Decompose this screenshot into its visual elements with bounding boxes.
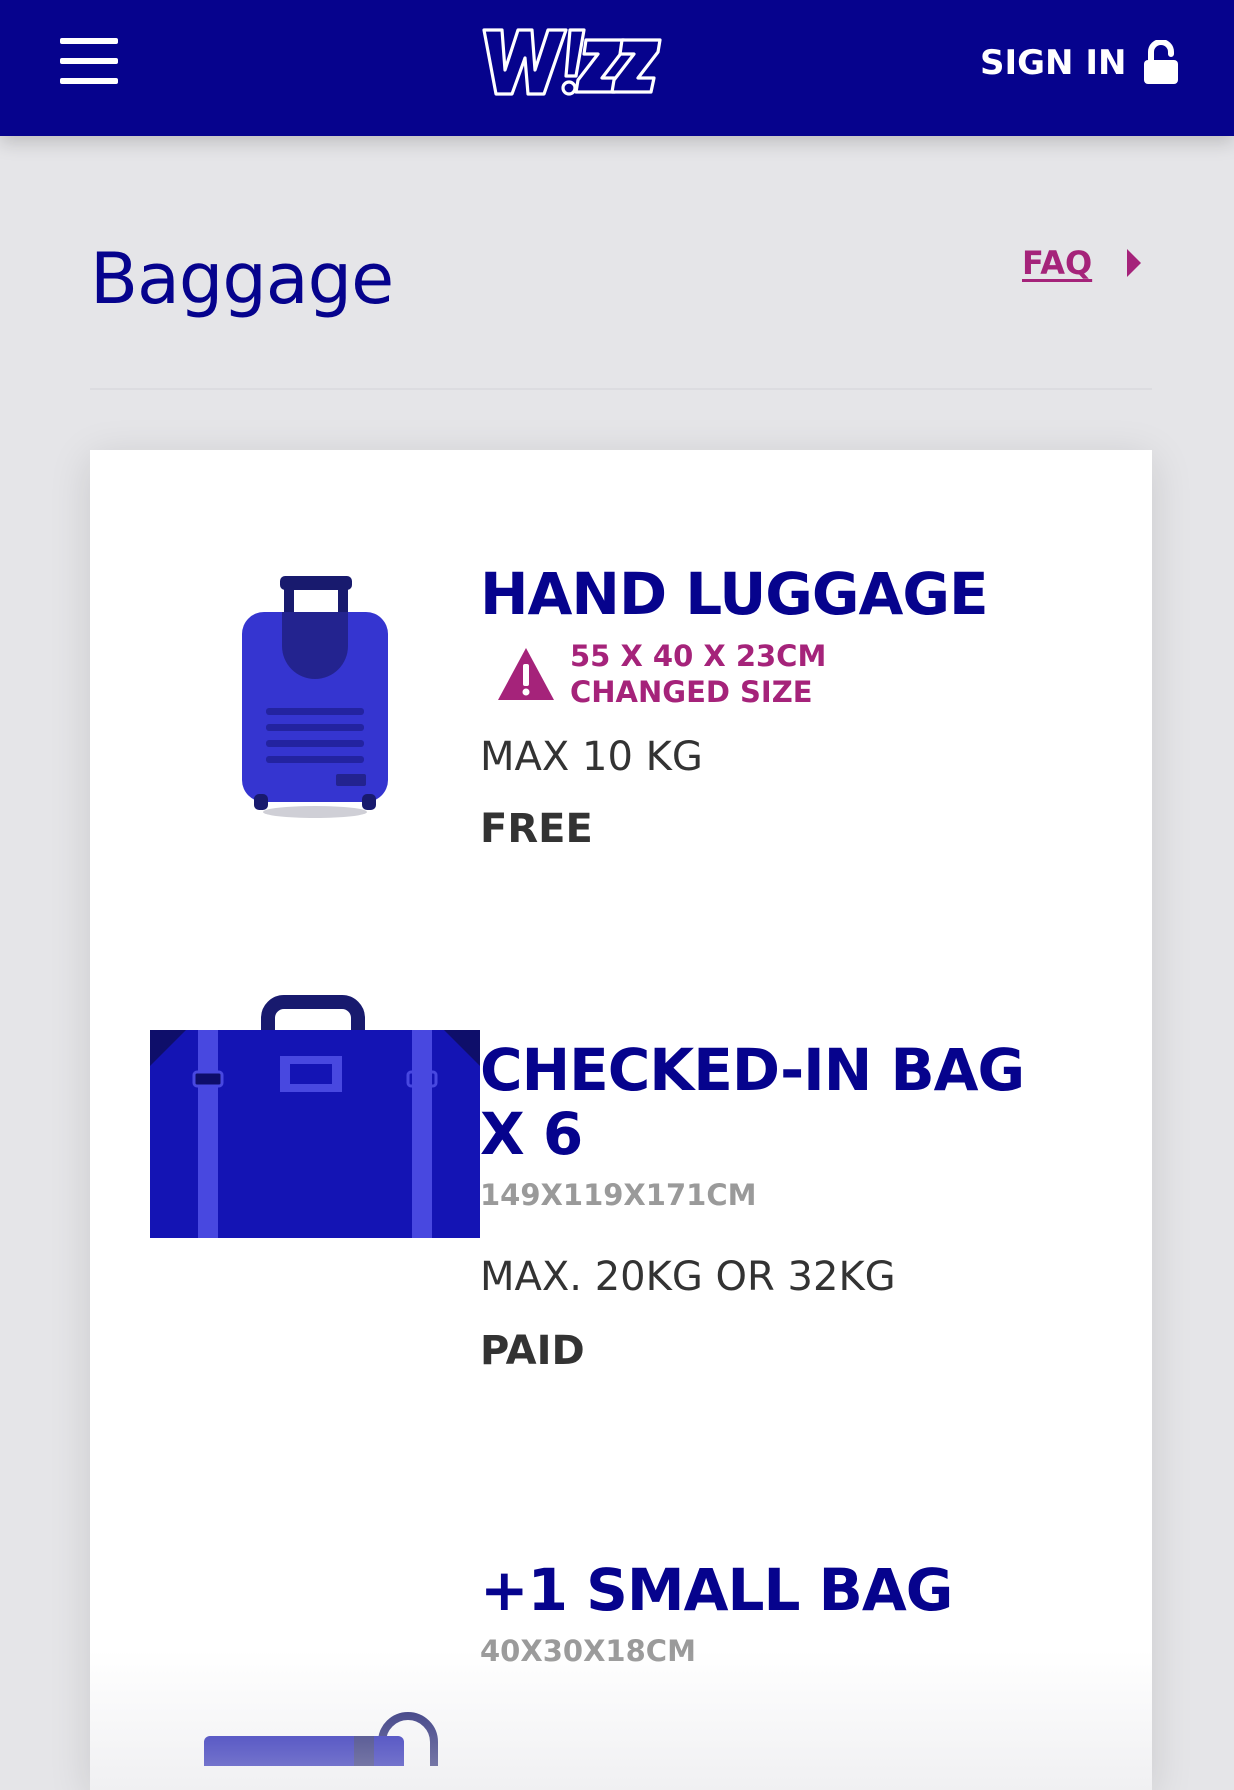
small-bag-title: +1 SMALL BAG	[480, 1556, 953, 1624]
hand-luggage-weight: MAX 10 KG	[480, 734, 703, 780]
small-bag-icon	[204, 1712, 438, 1766]
top-navigation-bar: SIGN IN	[0, 0, 1234, 136]
hand-luggage-dimensions: 55 X 40 X 23CM	[570, 639, 827, 673]
caret-right-icon	[1127, 249, 1142, 277]
hand-luggage-warning: 55 X 40 X 23CM CHANGED SIZE	[496, 638, 826, 710]
checked-bag-dimensions: 149X119X171CM	[480, 1178, 757, 1212]
hamburger-menu-icon[interactable]	[56, 36, 122, 86]
hand-luggage-warning-text: CHANGED SIZE	[570, 675, 813, 709]
baggage-card: HAND LUGGAGE 55 X 40 X 23CM CHANGED SIZE…	[90, 450, 1152, 1790]
unlocked-padlock-icon	[1144, 40, 1179, 84]
small-bag-dimensions: 40X30X18CM	[480, 1634, 696, 1668]
checked-bag-title-line2: X 6	[480, 1100, 583, 1168]
hand-luggage-title: HAND LUGGAGE	[480, 560, 989, 628]
warning-triangle-icon	[498, 648, 554, 700]
checked-bag-weight: MAX. 20KG OR 32KG	[480, 1254, 896, 1300]
checked-bag-title: CHECKED-IN BAG X 6	[480, 1036, 1025, 1168]
faq-link[interactable]: FAQ	[1022, 244, 1142, 282]
checked-bag-title-line1: CHECKED-IN BAG	[480, 1036, 1025, 1104]
sign-in-button[interactable]: SIGN IN	[980, 38, 1180, 88]
checked-bag-price: PAID	[480, 1328, 585, 1374]
hand-luggage-price: FREE	[480, 806, 593, 852]
faq-label: FAQ	[1022, 244, 1093, 282]
header-divider	[90, 388, 1152, 390]
checked-suitcase-icon	[150, 995, 480, 1238]
wizz-logo[interactable]	[478, 14, 664, 106]
sign-in-label: SIGN IN	[980, 43, 1127, 83]
page-title: Baggage	[90, 238, 394, 320]
trolley-suitcase-icon	[242, 576, 388, 818]
